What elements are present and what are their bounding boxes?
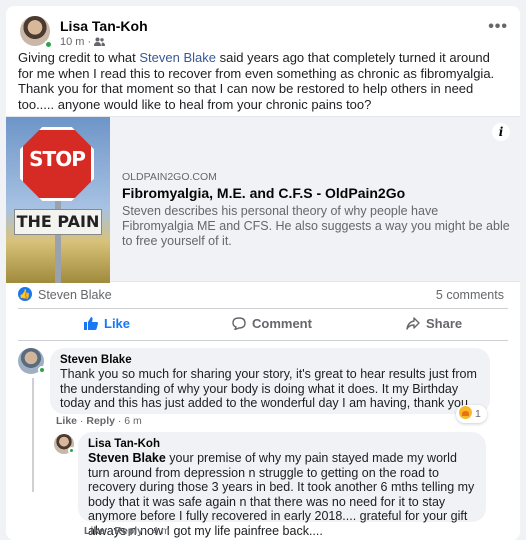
post-text-part: Giving credit to what: [18, 50, 140, 65]
separator: ·: [105, 525, 115, 537]
comment-reply-link[interactable]: Reply: [86, 415, 115, 427]
post-text: Giving credit to what Steven Blake said …: [18, 50, 506, 112]
post-card: Lisa Tan-Koh 10 m · ••• Giving credit to…: [6, 6, 520, 540]
separator: ·: [142, 525, 153, 537]
reply-time[interactable]: 4 m: [152, 525, 170, 537]
comment-button[interactable]: Comment: [232, 316, 312, 331]
reply-like-link[interactable]: Like: [84, 525, 105, 537]
reply-bubble: Lisa Tan-Koh Steven Blake your premise o…: [78, 432, 486, 538]
comment-label: Comment: [252, 316, 312, 331]
comment-footer: Like · Reply · 6 m: [56, 415, 142, 427]
post-mention-link[interactable]: Steven Blake: [139, 50, 216, 65]
post-author[interactable]: Lisa Tan-Koh: [60, 18, 148, 34]
pain-sign-text: THE PAIN: [16, 212, 100, 231]
share-icon: [406, 317, 420, 330]
comment-bubble: Steven Blake Thank you so much for shari…: [50, 348, 490, 414]
share-label: Share: [426, 316, 463, 331]
action-bar: Like Comment Share: [18, 314, 508, 336]
separator: ·: [114, 415, 125, 427]
comment-count[interactable]: 5 comments: [436, 288, 504, 302]
reply-footer: Like · Reply · 4 m: [84, 525, 170, 537]
online-indicator: [38, 366, 46, 374]
comment-author[interactable]: Steven Blake: [60, 353, 480, 367]
link-thumbnail[interactable]: STOP THE PAIN: [6, 117, 110, 283]
online-indicator: [44, 40, 53, 49]
reactor-name[interactable]: Steven Blake: [38, 288, 112, 302]
like-button[interactable]: Like: [84, 316, 130, 331]
comment-time[interactable]: 6 m: [124, 415, 142, 427]
link-preview[interactable]: STOP THE PAIN i OLDPAIN2GO.COM Fibromyal…: [6, 116, 520, 283]
share-button[interactable]: Share: [406, 316, 462, 331]
link-description: Steven describes his personal theory of …: [122, 204, 510, 248]
divider: [18, 340, 508, 341]
divider: [18, 308, 508, 309]
post-meta: 10 m ·: [60, 36, 106, 48]
stop-sign-text: STOP: [29, 147, 86, 171]
like-reaction-icon[interactable]: 👍: [18, 287, 32, 301]
care-reaction-icon: [459, 406, 472, 419]
online-indicator: [68, 447, 75, 454]
comment-text: Thank you so much for sharing your story…: [60, 367, 477, 410]
comment-icon: [232, 317, 246, 330]
friends-icon: [94, 37, 106, 46]
reply-reply-link[interactable]: Reply: [114, 525, 143, 537]
link-domain: OLDPAIN2GO.COM: [122, 171, 217, 183]
reaction-count: 1: [475, 408, 481, 420]
thread-line: [32, 378, 34, 492]
reply-mention-link[interactable]: Steven Blake: [88, 451, 166, 465]
more-options-icon[interactable]: •••: [488, 18, 508, 36]
link-title[interactable]: Fibromyalgia, M.E. and C.F.S - OldPain2G…: [122, 185, 405, 201]
post-header: Lisa Tan-Koh 10 m · •••: [18, 14, 508, 54]
comment-like-link[interactable]: Like: [56, 415, 77, 427]
separator: ·: [87, 36, 95, 48]
thumbs-up-icon: [84, 317, 98, 330]
like-label: Like: [104, 316, 131, 331]
reaction-summary: 👍 Steven Blake 5 comments: [18, 286, 504, 306]
separator: ·: [77, 415, 87, 427]
info-icon[interactable]: i: [492, 123, 510, 141]
reply-author[interactable]: Lisa Tan-Koh: [88, 437, 476, 451]
post-time[interactable]: 10 m: [60, 36, 84, 48]
comment-reaction-badge[interactable]: 1: [456, 405, 487, 423]
